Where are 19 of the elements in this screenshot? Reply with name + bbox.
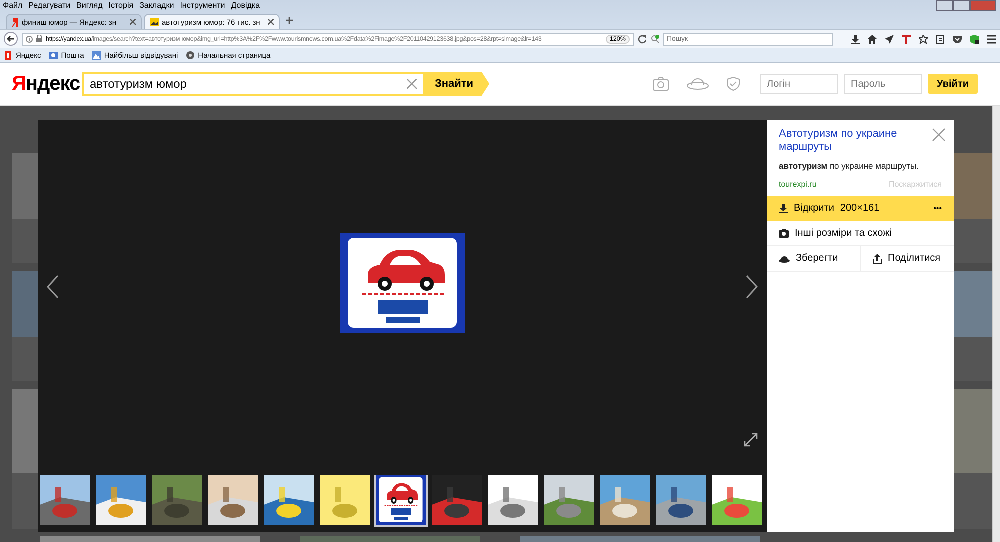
more-button[interactable]: ••• [934,204,942,213]
result-title-link[interactable]: Автотуризм по украине маршруты [779,128,929,154]
menu-item[interactable]: Редагувати [28,1,71,10]
search-field[interactable]: автотуризм юмор [82,72,425,96]
result-snippet: автотуризм по украине маршруты. [779,161,920,171]
menu-item[interactable]: Довідка [231,1,260,10]
domain-link[interactable]: tourexpi.ru [779,180,817,189]
image-size: 200×161 [840,203,880,214]
login-field[interactable]: Логін [760,74,838,94]
open-button[interactable]: Відкрити 200×161 [779,203,928,214]
menu-item[interactable]: Вигляд [76,1,103,10]
password-field[interactable]: Пароль [844,74,922,94]
menu-item[interactable]: Історія [108,1,134,10]
menu-item[interactable]: Закладки [140,1,174,10]
menu-item[interactable]: Файл [3,1,23,10]
search-button[interactable]: Знайти [425,72,490,96]
login-button[interactable]: Увійти [928,74,978,94]
yandex-logo[interactable]: Яндекс [12,72,78,96]
menu-item[interactable]: Інструменти [180,1,226,10]
